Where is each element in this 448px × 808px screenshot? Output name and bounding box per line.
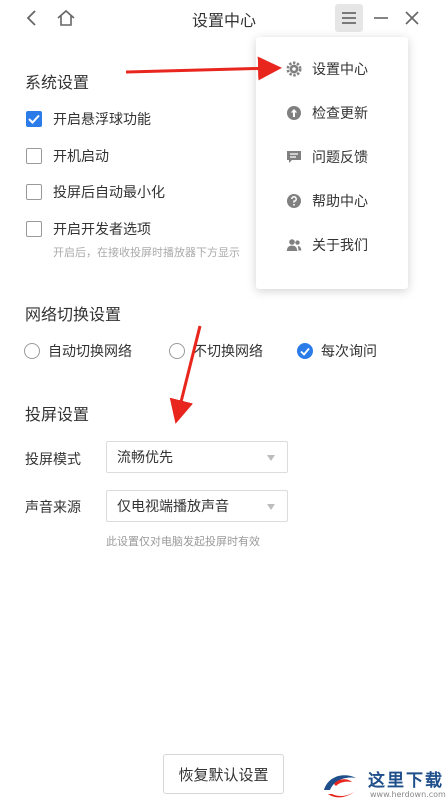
network-no-switch-radio[interactable] [169, 343, 185, 359]
caret-down-icon [267, 504, 275, 510]
caret-down-icon [267, 455, 275, 461]
network-ask-radio[interactable] [297, 343, 313, 359]
watermark-text: 这里下载 [368, 771, 444, 791]
auto-minimize-option[interactable]: 投屏后自动最小化 [26, 181, 165, 203]
menu-item-feedback[interactable]: 问题反馈 [256, 135, 408, 179]
floating-ball-label: 开启悬浮球功能 [53, 112, 151, 128]
cast-mode-value: 流畅优先 [117, 450, 173, 466]
hamburger-menu-icon [342, 12, 356, 24]
network-ask-option[interactable]: 每次询问 [297, 340, 377, 362]
annotation-arrow-to-menu [125, 56, 282, 81]
developer-option[interactable]: 开启开发者选项 [26, 218, 151, 240]
gear-icon [286, 61, 302, 77]
chat-bubble-icon [286, 149, 302, 165]
menu-item-label: 关于我们 [312, 238, 368, 254]
close-icon [405, 11, 419, 25]
minimize-icon [374, 17, 388, 19]
audio-source-value: 仅电视端播放声音 [117, 499, 229, 515]
menu-item-settings[interactable]: 设置中心 [256, 47, 408, 91]
menu-item-label: 设置中心 [312, 62, 368, 78]
system-settings-title: 系统设置 [25, 73, 90, 92]
developer-label: 开启开发者选项 [53, 222, 151, 238]
developer-checkbox[interactable] [26, 221, 42, 237]
cast-settings-title: 投屏设置 [25, 405, 90, 424]
network-no-switch-label: 不切换网络 [193, 344, 263, 360]
menu-button[interactable] [335, 4, 363, 32]
checkmark-icon [28, 114, 40, 124]
menu-item-about[interactable]: 关于我们 [256, 223, 408, 267]
site-watermark: 这里下载 www.herdown.com [318, 764, 446, 806]
close-button[interactable] [398, 4, 426, 32]
upload-circle-icon [286, 105, 302, 121]
checkmark-icon [300, 347, 310, 356]
floating-ball-option[interactable]: 开启悬浮球功能 [26, 108, 151, 130]
watermark-logo [324, 775, 358, 798]
minimize-button[interactable] [367, 4, 395, 32]
cast-mode-label: 投屏模式 [25, 452, 81, 468]
startup-checkbox[interactable] [26, 148, 42, 164]
audio-source-label: 声音来源 [25, 500, 81, 516]
network-auto-radio[interactable] [24, 343, 40, 359]
menu-item-check-update[interactable]: 检查更新 [256, 91, 408, 135]
startup-option[interactable]: 开机启动 [26, 145, 109, 167]
menu-item-label: 帮助中心 [312, 194, 368, 210]
menu-item-help[interactable]: 帮助中心 [256, 179, 408, 223]
network-auto-label: 自动切换网络 [48, 344, 132, 360]
startup-label: 开机启动 [53, 149, 109, 165]
watermark-url: www.herdown.com [370, 790, 446, 799]
question-circle-icon [286, 193, 302, 209]
cast-note: 此设置仅对电脑发起投屏时有效 [106, 535, 260, 548]
network-ask-label: 每次询问 [321, 344, 377, 360]
network-no-switch-option[interactable]: 不切换网络 [169, 340, 263, 362]
network-settings-title: 网络切换设置 [25, 305, 122, 324]
audio-source-select[interactable]: 仅电视端播放声音 [106, 490, 288, 522]
floating-ball-checkbox[interactable] [26, 111, 42, 127]
network-auto-option[interactable]: 自动切换网络 [24, 340, 132, 362]
menu-item-label: 问题反馈 [312, 150, 368, 166]
title-bar: 设置中心 [0, 0, 448, 36]
menu-item-label: 检查更新 [312, 106, 368, 122]
cast-mode-select[interactable]: 流畅优先 [106, 441, 288, 473]
main-menu-dropdown: 设置中心 检查更新 问题反馈 帮助中心 关于我们 [256, 37, 408, 289]
developer-hint: 开启后，在接收投屏时播放器下方显示 [53, 246, 240, 259]
auto-minimize-checkbox[interactable] [26, 184, 42, 200]
users-icon [286, 237, 302, 253]
reset-defaults-button[interactable]: 恢复默认设置 [163, 754, 284, 794]
auto-minimize-label: 投屏后自动最小化 [53, 185, 165, 201]
